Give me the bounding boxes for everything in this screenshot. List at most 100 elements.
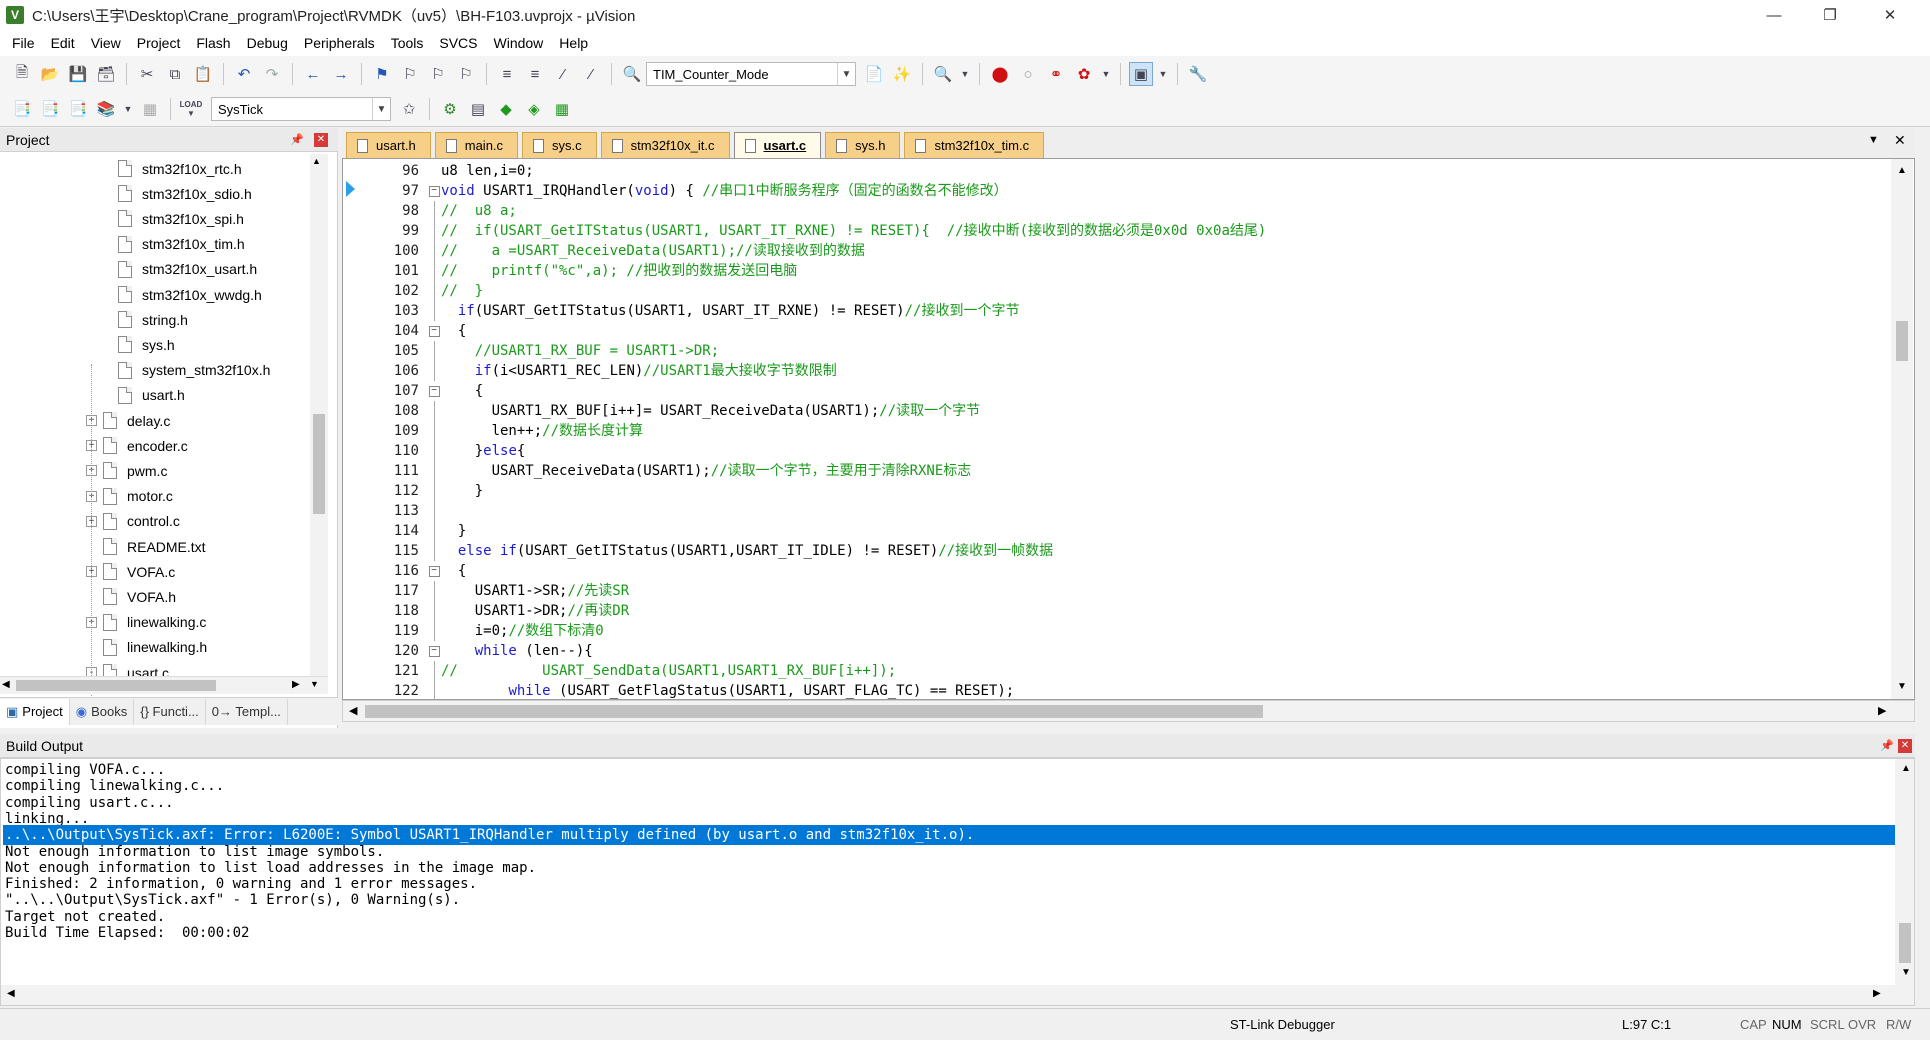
minimize-button[interactable]: — — [1746, 0, 1802, 30]
find-combo[interactable]: TIM_Counter_Mode ▼ — [646, 62, 856, 86]
tree-item[interactable]: string.h — [118, 307, 188, 332]
build-output-panel[interactable]: compiling VOFA.c... compiling linewalking… — [0, 758, 1915, 1006]
code-line[interactable]: { — [441, 381, 1851, 401]
uncomment-icon[interactable]: ⁄ — [579, 62, 603, 86]
tree-item[interactable]: linewalking.h — [86, 635, 207, 660]
tree-item[interactable]: sys.h — [118, 332, 175, 357]
code-editor[interactable]: 96 97 98 99 100 101 102 103 104 105 106 107 108 109 11… — [342, 158, 1915, 700]
menu-view[interactable]: View — [83, 30, 129, 56]
configuration-wrench-icon[interactable]: 🔧 — [1186, 62, 1210, 86]
paste-icon[interactable]: 📋 — [191, 62, 215, 86]
code-line[interactable]: if(USART_GetITStatus(USART1, USART_IT_RX… — [441, 301, 1851, 321]
tree-item[interactable]: stm32f10x_wwdg.h — [118, 282, 262, 307]
build-output-line[interactable]: Build Time Elapsed: 00:00:02 — [5, 923, 1895, 943]
scroll-left-icon[interactable]: ◀ — [349, 704, 357, 717]
find-in-files-icon[interactable]: 🔍 — [620, 62, 644, 86]
code-line[interactable]: } — [441, 481, 1851, 501]
tab-project[interactable]: ▣ Project — [0, 698, 70, 725]
tree-item[interactable]: + encoder.c — [86, 433, 188, 458]
undo-icon[interactable]: ↶ — [232, 62, 256, 86]
tree-horizontal-scrollbar[interactable]: ◀ ▶ ▼ — [0, 676, 328, 694]
chevron-down-icon[interactable]: ▼ — [1157, 62, 1169, 86]
code-line[interactable]: u8 len,i=0; — [441, 161, 1851, 181]
editor-tab[interactable]: main.c — [434, 132, 519, 158]
kill-breakpoints-icon[interactable]: ✿ — [1072, 62, 1096, 86]
window-layout-icon[interactable]: ▣ — [1129, 62, 1153, 86]
code-line[interactable]: } — [441, 521, 1851, 541]
close-button[interactable]: ✕ — [1862, 0, 1918, 30]
editor-horizontal-scrollbar[interactable]: ◀ ▶ — [342, 700, 1915, 722]
scroll-thumb[interactable] — [365, 705, 1263, 718]
prev-bookmark-icon[interactable]: ⚐ — [398, 62, 422, 86]
tree-item[interactable]: README.txt — [86, 534, 206, 559]
close-icon[interactable]: ✕ — [1894, 132, 1906, 149]
editor-tab[interactable]: sys.c — [522, 132, 597, 158]
download-icon[interactable]: LOAD ▼ — [179, 97, 203, 121]
tree-item[interactable]: + pwm.c — [86, 458, 167, 483]
scroll-left-icon[interactable]: ◀ — [7, 988, 15, 999]
menu-window[interactable]: Window — [486, 30, 552, 56]
save-icon[interactable]: 💾 — [66, 62, 90, 86]
cut-icon[interactable]: ✂ — [135, 62, 159, 86]
scroll-right-icon[interactable]: ▶ — [1878, 704, 1886, 717]
scroll-up-icon[interactable]: ▲ — [312, 156, 321, 166]
tree-item[interactable]: stm32f10x_sdio.h — [118, 181, 252, 206]
code-line[interactable]: USART1->SR;//先读SR — [441, 581, 1851, 601]
editor-tab[interactable]: usart.h — [346, 132, 431, 158]
tab-functions[interactable]: {} Functi... — [134, 698, 206, 725]
code-line[interactable]: { — [441, 321, 1851, 341]
select-packs-icon[interactable]: ◈ — [522, 97, 546, 121]
editor-tab[interactable]: stm32f10x_tim.c — [904, 132, 1045, 158]
code-line[interactable]: // printf("%c",a); //把收到的数据发送回电脑 — [441, 261, 1851, 281]
tree-item[interactable]: stm32f10x_spi.h — [118, 206, 244, 231]
chevron-down-icon[interactable]: ▼ — [837, 63, 855, 85]
scroll-thumb[interactable] — [1899, 923, 1911, 963]
tree-item[interactable]: + control.c — [86, 509, 180, 534]
tree-item[interactable]: stm32f10x_usart.h — [118, 257, 257, 282]
open-file-icon[interactable]: 📂 — [38, 62, 62, 86]
bookmark-icon[interactable]: ⚑ — [370, 62, 394, 86]
code-line[interactable]: len++;//数据长度计算 — [441, 421, 1851, 441]
unindent-icon[interactable]: ≡ — [523, 62, 547, 86]
menu-svcs[interactable]: SVCS — [431, 30, 485, 56]
disable-breakpoint-icon[interactable]: ○ — [1016, 62, 1040, 86]
stop-build-icon[interactable]: ▦ — [138, 97, 162, 121]
editor-tab[interactable]: stm32f10x_it.c — [600, 132, 730, 158]
run-time-environment-icon[interactable]: ▦ — [550, 97, 574, 121]
breakpoint-icon[interactable]: ⬤ — [988, 62, 1012, 86]
code-line[interactable]: // u8 a; — [441, 201, 1851, 221]
code-line[interactable]: // if(USART_GetITStatus(USART1, USART_IT… — [441, 221, 1851, 241]
indent-icon[interactable]: ≡ — [495, 62, 519, 86]
chevron-down-icon[interactable]: ▼ — [1868, 134, 1879, 146]
chevron-down-icon[interactable]: ▼ — [372, 98, 390, 120]
code-line[interactable]: // a =USART_ReceiveData(USART1);//读取接收到的… — [441, 241, 1851, 261]
code-line[interactable]: //USART1_RX_BUF = USART1->DR; — [441, 341, 1851, 361]
code-text[interactable]: u8 len,i=0; void USART1_IRQHandler(void) … — [441, 161, 1851, 699]
chevron-down-icon[interactable]: ▼ — [122, 97, 134, 121]
scroll-up-icon[interactable]: ▲ — [1897, 165, 1907, 176]
save-all-icon[interactable]: 🗃 — [94, 62, 118, 86]
code-line[interactable]: else if(USART_GetITStatus(USART1,USART_I… — [441, 541, 1851, 561]
pack-installer-icon[interactable]: ◆ — [494, 97, 518, 121]
scroll-down-icon[interactable]: ▼ — [1901, 967, 1911, 978]
menu-edit[interactable]: Edit — [43, 30, 83, 56]
tree-item[interactable]: + delay.c — [86, 408, 170, 433]
file-extensions-icon[interactable]: ⚙ — [438, 97, 462, 121]
tree-vertical-scrollbar[interactable]: ▲ — [310, 154, 328, 694]
tree-item[interactable]: + VOFA.c — [86, 559, 175, 584]
batch-build-icon[interactable]: 📚 — [94, 97, 118, 121]
scroll-thumb[interactable] — [1896, 321, 1908, 361]
close-icon[interactable]: ✕ — [1898, 738, 1912, 753]
configure-icon[interactable]: ✨ — [890, 62, 914, 86]
translate-icon[interactable]: 📑 — [10, 97, 34, 121]
code-line[interactable]: i=0;//数组下标清0 — [441, 621, 1851, 641]
code-line[interactable]: USART1->DR;//再读DR — [441, 601, 1851, 621]
clear-bookmarks-icon[interactable]: ⚐ — [454, 62, 478, 86]
chevron-down-icon[interactable]: ▼ — [1100, 62, 1112, 86]
scroll-thumb[interactable] — [313, 414, 325, 514]
menu-flash[interactable]: Flash — [188, 30, 238, 56]
tree-item[interactable]: + linewalking.c — [86, 610, 206, 635]
new-file-icon[interactable]: 🗎 — [10, 62, 34, 86]
redo-icon[interactable]: ↷ — [260, 62, 284, 86]
copy-icon[interactable]: ⧉ — [163, 62, 187, 86]
